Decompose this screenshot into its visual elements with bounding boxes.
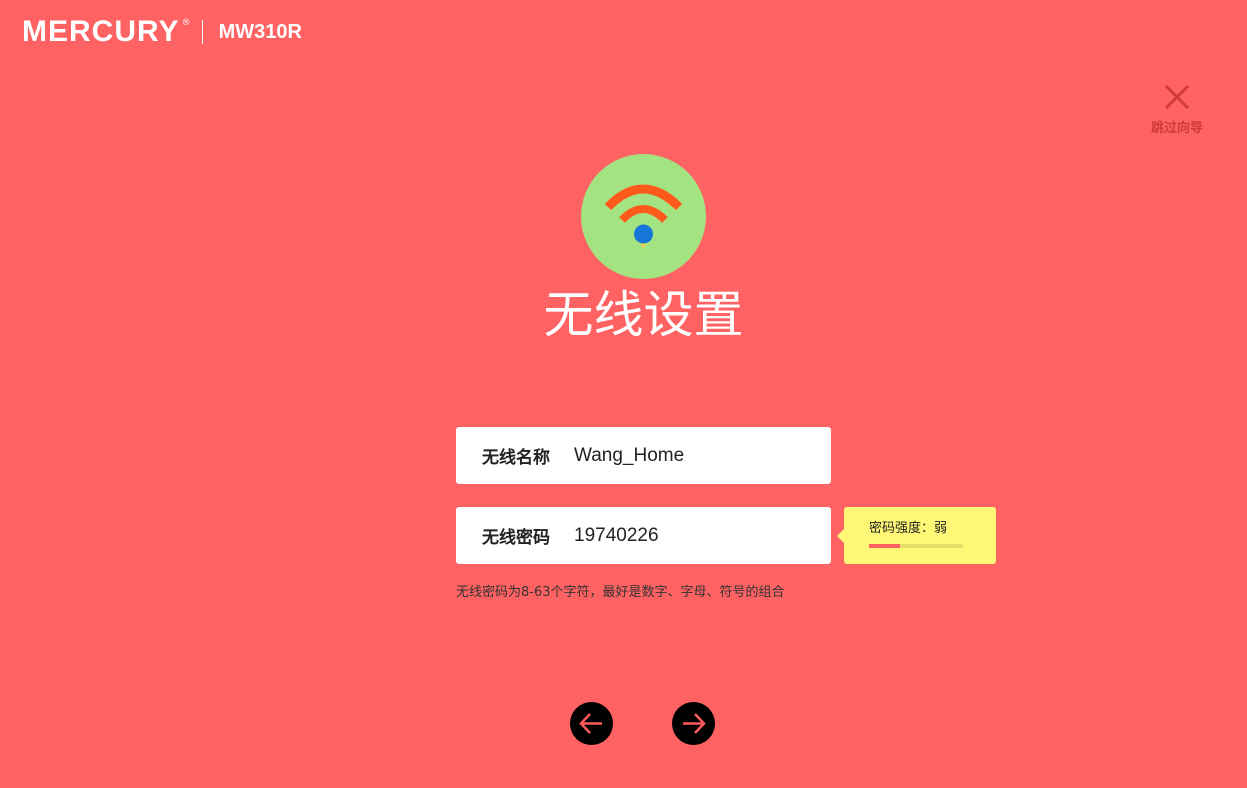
back-button[interactable] [570, 702, 613, 745]
password-hint: 无线密码为8-63个字符，最好是数字、字母、符号的组合 [456, 585, 785, 600]
arrow-right-icon[interactable] [672, 702, 715, 745]
password-input[interactable] [574, 515, 819, 556]
password-strength-tooltip: 密码强度：弱 [837, 507, 996, 564]
wifi-badge [581, 154, 706, 279]
brand-logo: MERCURY [22, 15, 180, 48]
password-strength-label: 密码强度：弱 [869, 521, 948, 536]
next-button[interactable] [672, 702, 715, 745]
password-strength-bar [869, 544, 963, 548]
skip-wizard-button[interactable]: 跳过向导 [1140, 82, 1214, 136]
page-title: 无线设置 [543, 286, 744, 344]
password-label: 无线密码 [482, 528, 550, 548]
password-strength-fill [869, 544, 901, 548]
skip-wizard-label[interactable]: 跳过向导 [1140, 117, 1214, 136]
header-divider [201, 20, 203, 44]
ssid-field: 无线名称 [456, 427, 831, 484]
password-field: 无线密码 [456, 507, 831, 564]
model-name: MW310R [218, 20, 302, 43]
ssid-label: 无线名称 [482, 448, 550, 468]
registered-mark: ® [181, 18, 191, 28]
close-icon[interactable] [1140, 82, 1214, 112]
header: MERCURY ® MW310R [22, 14, 302, 50]
arrow-left-icon[interactable] [570, 702, 613, 745]
ssid-input[interactable] [574, 435, 819, 476]
wifi-icon [581, 154, 706, 279]
